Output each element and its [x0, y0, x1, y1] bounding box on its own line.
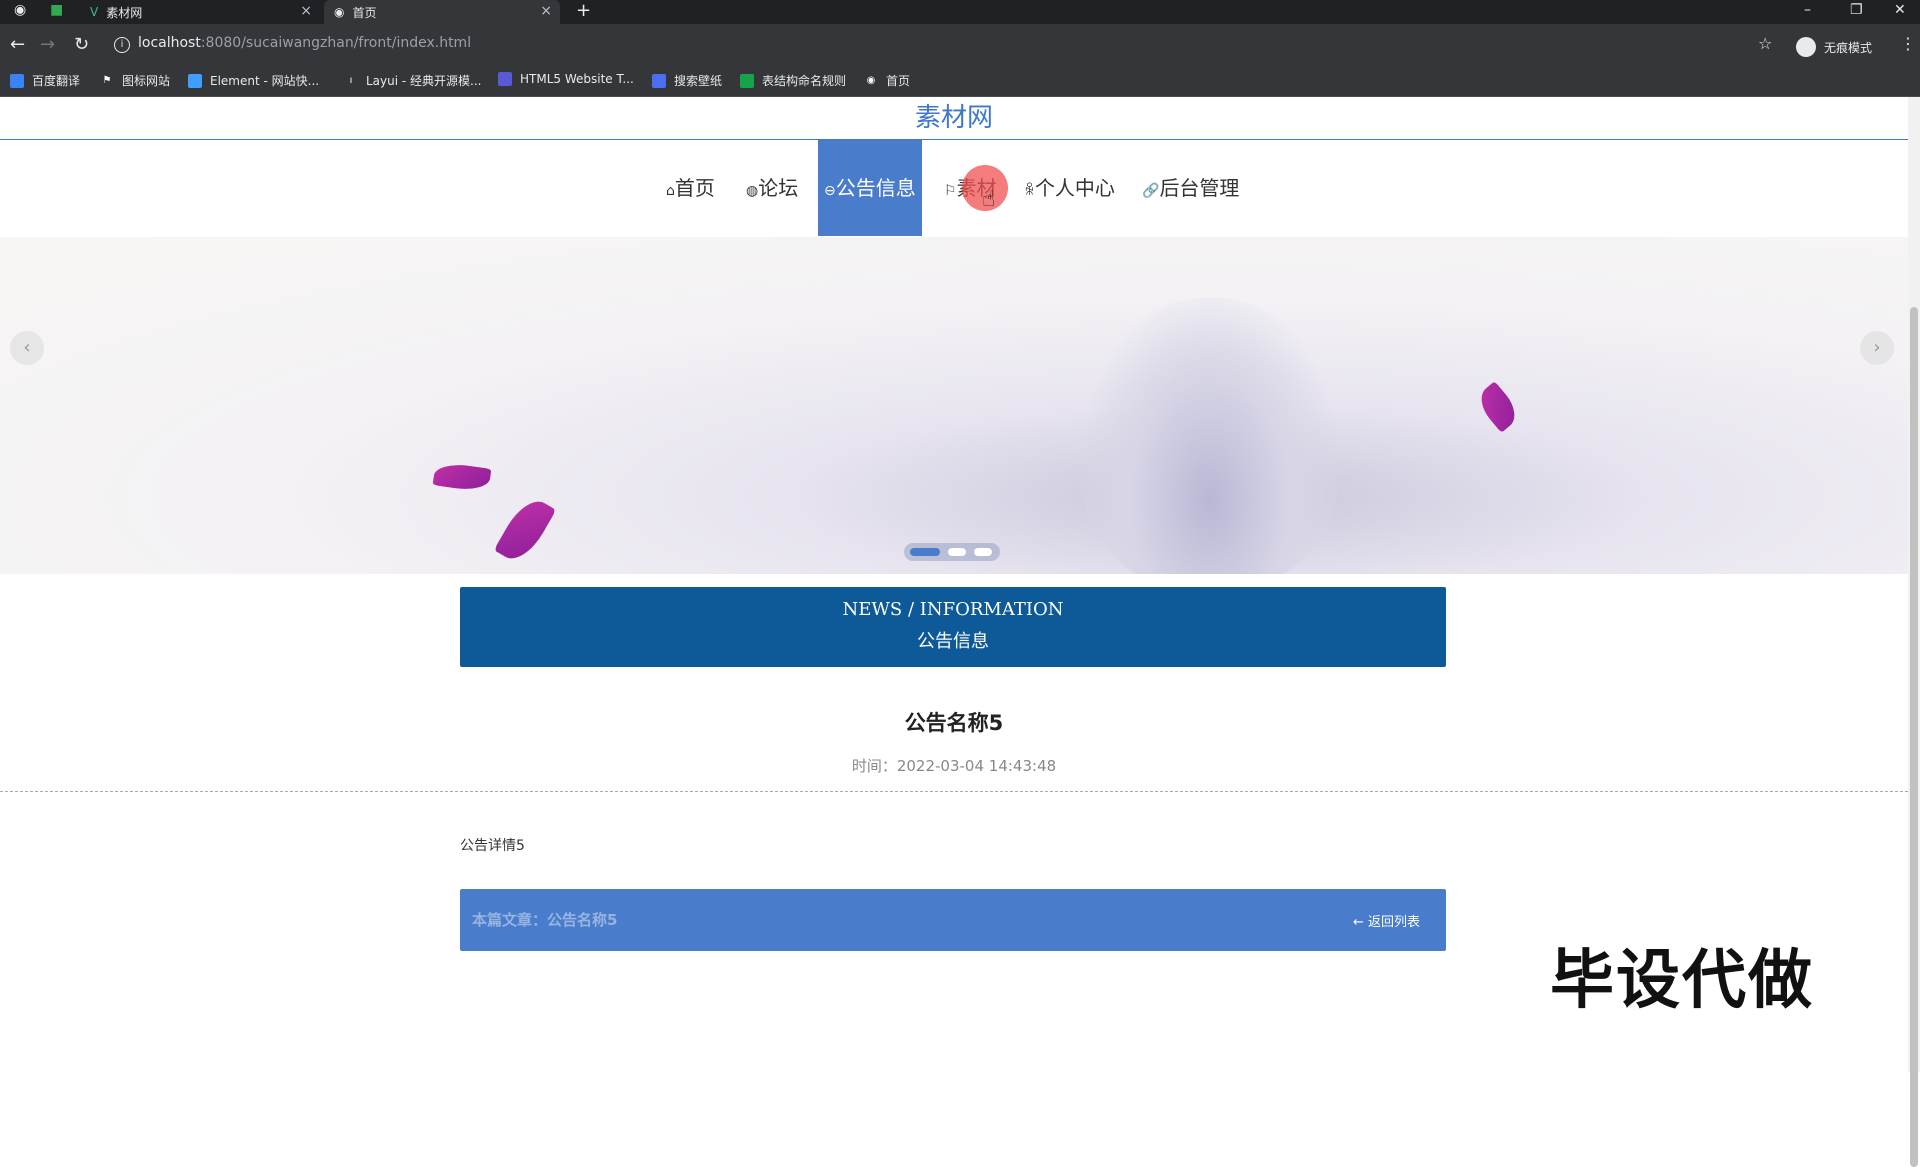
- bookmark-item[interactable]: ◉ 首页: [864, 72, 910, 89]
- notice-icon: ⊖: [824, 183, 836, 199]
- petal-image: [493, 492, 557, 568]
- article-title: 公告名称5: [904, 711, 1004, 735]
- vue-icon: V: [90, 5, 99, 19]
- restore-button[interactable]: ❐: [1850, 2, 1863, 18]
- wallpaper-icon: [652, 73, 666, 88]
- app-tab-icon[interactable]: ■: [50, 2, 63, 18]
- carousel-prev-button[interactable]: ‹: [10, 331, 44, 365]
- hand-cursor-icon: ☝: [982, 187, 996, 212]
- scrollbar-thumb[interactable]: [1910, 307, 1918, 1167]
- close-icon[interactable]: ×: [300, 3, 312, 19]
- divider: [0, 791, 1908, 792]
- flower-image: [1080, 297, 1340, 574]
- address-bar[interactable]: localhost:8080/sucaiwangzhan/front/index…: [138, 35, 471, 51]
- layui-icon: ı: [349, 74, 353, 86]
- tab-sucaiwang[interactable]: V 素材网 ×: [80, 0, 320, 24]
- nav-announcements[interactable]: ⊖公告信息: [818, 140, 922, 236]
- bookmark-item[interactable]: HTML5 Website T...: [498, 72, 634, 86]
- tab-home[interactable]: ◉ 首页 ×: [324, 0, 560, 24]
- window-close-button[interactable]: ✕: [1894, 2, 1906, 18]
- html5-icon: [498, 72, 512, 86]
- flag-icon: ⚐: [944, 183, 957, 199]
- element-icon: [188, 73, 202, 88]
- back-icon[interactable]: ←: [10, 34, 25, 55]
- nav-label: 个人中心: [1034, 176, 1115, 200]
- site-info-icon[interactable]: i: [114, 37, 130, 53]
- link-icon: 🔗: [1142, 183, 1160, 199]
- petal-image: [1473, 381, 1523, 433]
- bookmark-item[interactable]: ⚑ 图标网站: [100, 72, 171, 89]
- bookmark-label: HTML5 Website T...: [520, 72, 634, 86]
- bookmark-item[interactable]: ı Layui - 经典开源模...: [344, 72, 482, 89]
- user-icon: ꆜ: [1024, 183, 1035, 199]
- nav-label: 首页: [674, 176, 715, 200]
- petal-image: [432, 461, 492, 493]
- bookmark-item[interactable]: Element - 网站快...: [188, 72, 319, 89]
- page-scrollbar[interactable]: [1908, 97, 1920, 1167]
- article-body: 公告详情5: [460, 838, 525, 854]
- nav-label: 公告信息: [835, 176, 916, 200]
- bookmark-label: 首页: [886, 74, 911, 88]
- incognito-icon: [1796, 37, 1816, 57]
- nav-profile[interactable]: ꆜ个人中心: [1024, 140, 1115, 236]
- incognito-indicator[interactable]: 无痕模式: [1796, 37, 1872, 57]
- carousel-next-button[interactable]: ›: [1860, 331, 1894, 365]
- translate-icon: [10, 73, 24, 88]
- tab-label: 首页: [352, 5, 377, 20]
- back-to-list-link[interactable]: ← 返回列表: [1353, 911, 1420, 930]
- nav-admin[interactable]: 🔗后台管理: [1142, 140, 1239, 236]
- carousel-banner: ‹ ›: [0, 237, 1908, 574]
- globe-icon: ◉: [866, 74, 876, 86]
- site-title: 素材网: [0, 97, 1908, 140]
- new-tab-button[interactable]: +: [576, 0, 591, 21]
- main-nav: ⌂首页 ◍论坛 ⊖公告信息 ⚐素材 ꆜ个人中心 🔗后台管理: [0, 140, 1908, 236]
- page-content: 素材网 ⌂首页 ◍论坛 ⊖公告信息 ⚐素材 ꆜ个人中心 🔗后台管理 ☝ ‹ › …: [0, 97, 1908, 1072]
- nav-label: 论坛: [758, 176, 799, 200]
- url-host: localhost: [138, 35, 201, 51]
- carousel-dot[interactable]: [948, 548, 966, 556]
- incognito-label: 无痕模式: [1824, 40, 1873, 55]
- globe-icon: ◉: [334, 5, 345, 19]
- nav-label: 后台管理: [1159, 176, 1240, 200]
- browser-tab-bar: ◉ ■ V 素材网 × ◉ 首页 × + – ❐ ✕: [0, 0, 1920, 24]
- forward-icon[interactable]: →: [40, 34, 55, 55]
- tab-label: 素材网: [106, 5, 143, 20]
- section-title-cn: 公告信息: [917, 631, 989, 652]
- url-path: :8080/sucaiwangzhan/front/index.html: [200, 35, 472, 51]
- minimize-button[interactable]: –: [1804, 2, 1811, 18]
- star-icon[interactable]: ☆: [1758, 34, 1772, 53]
- bookmark-item[interactable]: 百度翻译: [10, 72, 80, 89]
- browser-menu-icon[interactable]: ◉: [14, 2, 26, 18]
- carousel-dot[interactable]: [974, 548, 992, 556]
- more-menu-icon[interactable]: ⋮: [1900, 34, 1916, 53]
- nav-forum[interactable]: ◍论坛: [746, 140, 798, 236]
- bookmark-label: 搜索壁纸: [674, 74, 723, 88]
- carousel-dot-active[interactable]: [910, 548, 940, 556]
- forum-icon: ◍: [746, 183, 759, 199]
- bookmark-label: Layui - 经典开源模...: [366, 74, 482, 88]
- table-icon: [740, 73, 754, 88]
- flag-icon: ⚑: [102, 74, 112, 86]
- article-time: 时间：2022-03-04 14:43:48: [851, 757, 1057, 775]
- section-header: NEWS / INFORMATION 公告信息: [460, 587, 1446, 667]
- close-icon[interactable]: ×: [540, 3, 552, 19]
- bookmark-item[interactable]: 搜索壁纸: [652, 72, 722, 89]
- bookmark-label: 百度翻译: [32, 74, 81, 88]
- home-icon: ⌂: [666, 183, 675, 199]
- watermark-text: 毕设代做: [1550, 944, 1814, 1018]
- bookmark-item[interactable]: 表结构命名规则: [740, 72, 846, 89]
- this-article-label: 本篇文章：公告名称5: [472, 911, 618, 929]
- section-title-en: NEWS / INFORMATION: [842, 599, 1064, 620]
- bookmark-label: 表结构命名规则: [762, 74, 847, 88]
- nav-home[interactable]: ⌂首页: [666, 140, 715, 236]
- reload-icon[interactable]: ↻: [74, 34, 89, 55]
- bookmark-label: 图标网站: [122, 74, 171, 88]
- bookmark-label: Element - 网站快...: [210, 74, 320, 88]
- article-footer-bar: 本篇文章：公告名称5 ← 返回列表: [460, 889, 1446, 951]
- carousel-indicators: [904, 543, 1000, 561]
